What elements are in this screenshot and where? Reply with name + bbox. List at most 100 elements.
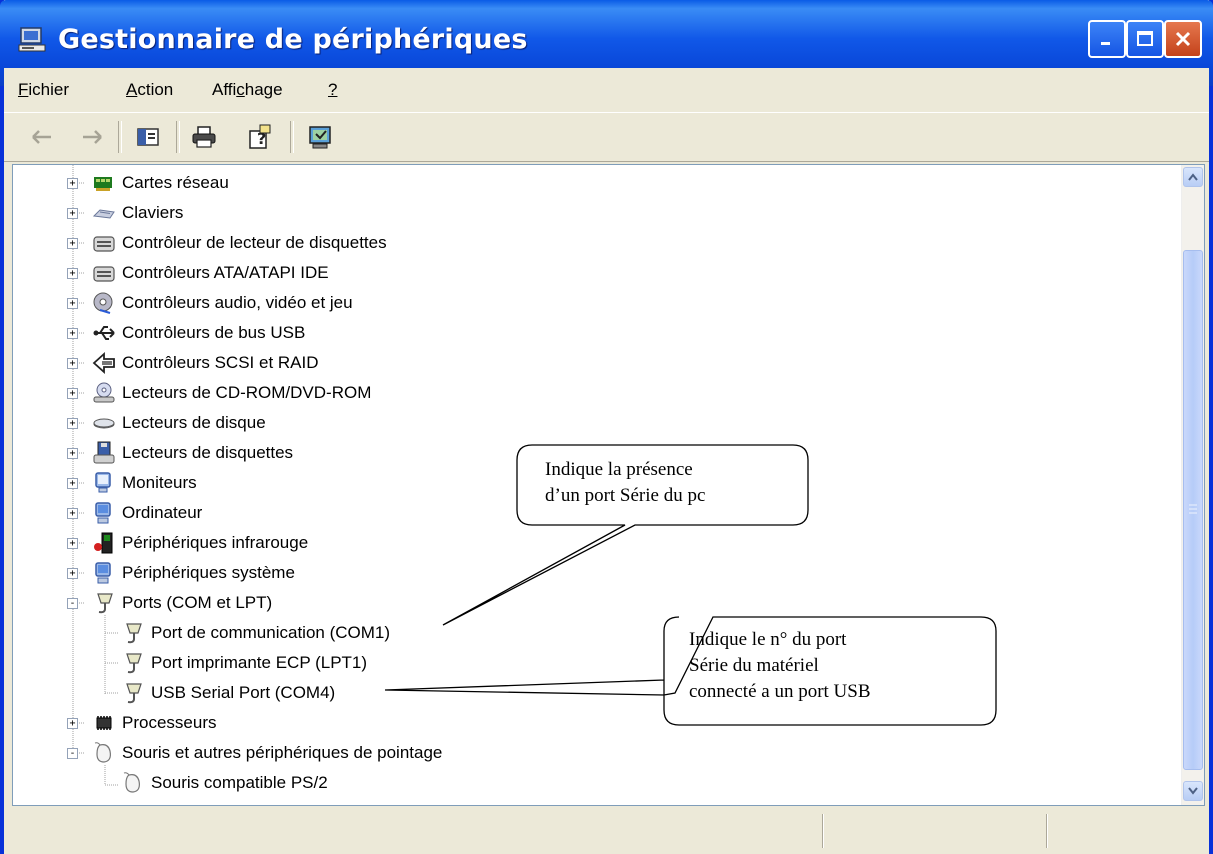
tree-item-label: Port imprimante ECP (LPT1) xyxy=(151,653,368,672)
menu-action-accel: A xyxy=(126,80,138,99)
tree-item[interactable]: - Ports (COM et LPT) xyxy=(67,588,272,618)
expand-toggle[interactable]: + xyxy=(67,447,78,459)
close-button[interactable] xyxy=(1164,20,1202,58)
menu-affichage[interactable]: Affichage xyxy=(212,80,283,100)
tree-item[interactable]: + Ordinateur xyxy=(67,498,202,528)
callout-serial-port: Indique la présence d’un port Série du p… xyxy=(545,457,705,509)
menu-fichier-label: ichier xyxy=(28,80,70,99)
tree-item-label: Lecteurs de CD-ROM/DVD-ROM xyxy=(122,383,372,402)
expand-toggle[interactable]: + xyxy=(67,237,78,249)
port-icon xyxy=(126,623,142,644)
expand-toggle[interactable]: + xyxy=(67,177,78,189)
scroll-down-button[interactable] xyxy=(1183,781,1203,801)
tree-item[interactable]: + Lecteurs de disque xyxy=(67,408,266,438)
tree-item[interactable]: Port de communication (COM1) xyxy=(121,618,390,648)
scroll-thumb[interactable] xyxy=(1183,250,1203,770)
scan-hardware-icon xyxy=(309,126,331,149)
expand-toggle[interactable]: + xyxy=(67,357,78,369)
port-icon xyxy=(126,683,142,704)
menu-fichier[interactable]: Fichier xyxy=(18,80,69,100)
scan-hardware-button[interactable] xyxy=(304,121,336,153)
tree-item[interactable]: + Lecteurs de CD-ROM/DVD-ROM xyxy=(67,378,371,408)
chevron-down-icon xyxy=(1188,787,1198,795)
tree-item[interactable]: + Contrôleur de lecteur de disquettes xyxy=(67,228,387,258)
tree-item[interactable]: - Souris et autres périphériques de poin… xyxy=(67,738,442,768)
tree-item[interactable]: + Cartes réseau xyxy=(67,168,229,198)
callout-line: Indique la présence xyxy=(545,459,693,480)
expand-toggle[interactable]: + xyxy=(67,717,78,729)
expand-toggle[interactable]: + xyxy=(67,417,78,429)
expand-toggle[interactable]: + xyxy=(67,537,78,549)
infrared-icon xyxy=(94,532,113,554)
menu-affichage-accel: c xyxy=(236,80,245,99)
properties-button[interactable]: ? xyxy=(244,121,276,153)
tree-item-label: Ordinateur xyxy=(122,503,203,522)
tree-item-label: Souris et autres périphériques de pointa… xyxy=(122,743,443,762)
menu-bar: Fichier Action Affichage ? xyxy=(4,68,1209,113)
grip-icon xyxy=(1189,504,1197,514)
expand-toggle[interactable]: + xyxy=(67,477,78,489)
menu-help-label: ? xyxy=(328,80,338,99)
status-bar xyxy=(4,808,1209,854)
tree-item[interactable]: + Périphériques infrarouge xyxy=(67,528,308,558)
show-hide-tree-button[interactable] xyxy=(132,121,164,153)
show-hide-console-tree-icon xyxy=(137,128,159,146)
callout-line: d’un port Série du pc xyxy=(545,485,706,506)
system-icon xyxy=(95,562,111,584)
forward-button[interactable] xyxy=(76,121,108,153)
print-button[interactable] xyxy=(188,121,220,153)
tree-item[interactable]: + Contrôleurs de bus USB xyxy=(67,318,305,348)
computer-icon xyxy=(95,502,111,524)
expand-toggle[interactable]: + xyxy=(67,507,78,519)
callout-line: connecté a un port USB xyxy=(689,681,871,702)
callout-line: Indique le n° du port xyxy=(689,629,847,650)
toolbar-separator xyxy=(176,121,180,153)
audio-icon xyxy=(93,292,113,314)
port-icon xyxy=(126,653,142,674)
menu-affichage-label: hage xyxy=(244,80,283,99)
collapse-toggle[interactable]: - xyxy=(67,597,78,609)
toolbar: ? xyxy=(4,112,1209,162)
menu-help[interactable]: ? xyxy=(328,80,337,100)
close-icon xyxy=(1175,31,1191,47)
tree-item[interactable]: Souris compatible PS/2 xyxy=(121,768,328,798)
tree-item[interactable]: + Contrôleurs SCSI et RAID xyxy=(67,348,319,378)
scroll-up-button[interactable] xyxy=(1183,167,1203,187)
maximize-button[interactable] xyxy=(1126,20,1164,58)
vertical-scrollbar[interactable] xyxy=(1181,165,1204,805)
tree-item[interactable]: + Moniteurs xyxy=(67,468,197,498)
expand-toggle[interactable]: + xyxy=(67,387,78,399)
port-icon xyxy=(97,593,113,614)
ide-controller-icon xyxy=(93,266,115,282)
tree-item-label: Périphériques système xyxy=(122,563,295,582)
expand-toggle[interactable]: + xyxy=(67,567,78,579)
collapse-toggle[interactable]: - xyxy=(67,747,78,759)
tree-item[interactable]: + Processeurs xyxy=(67,708,216,738)
expand-toggle[interactable]: + xyxy=(67,327,78,339)
processor-icon xyxy=(96,716,112,730)
expand-toggle[interactable]: + xyxy=(67,267,78,279)
status-pane-divider xyxy=(1046,814,1048,848)
tree-item[interactable]: + Claviers xyxy=(67,198,183,228)
tree-item[interactable]: + Contrôleurs ATA/ATAPI IDE xyxy=(67,258,329,288)
network-card-icon xyxy=(94,177,112,191)
expand-toggle[interactable]: + xyxy=(67,297,78,309)
back-button[interactable] xyxy=(26,121,58,153)
menu-affichage-pre: Affi xyxy=(212,80,237,99)
properties-help-icon: ? xyxy=(249,124,271,149)
tree-item-label: Ports (COM et LPT) xyxy=(122,593,273,612)
device-manager-window: Gestionnaire de périphériques Fichier Ac… xyxy=(0,0,1213,854)
tree-item[interactable]: + Lecteurs de disquettes xyxy=(67,438,293,468)
tree-item[interactable]: + Contrôleurs audio, vidéo et jeu xyxy=(67,288,353,318)
menu-action-label: ction xyxy=(137,80,174,99)
minimize-button[interactable] xyxy=(1088,20,1126,58)
tree-item-label: Contrôleurs audio, vidéo et jeu xyxy=(122,293,353,312)
expand-toggle[interactable]: + xyxy=(67,207,78,219)
tree-item[interactable]: Port imprimante ECP (LPT1) xyxy=(121,648,367,678)
floppy-controller-icon xyxy=(93,236,115,252)
tree-item-label: Souris compatible PS/2 xyxy=(151,773,328,792)
tree-item[interactable]: + Périphériques système xyxy=(67,558,295,588)
menu-action[interactable]: Action xyxy=(126,80,173,100)
device-tree-panel: + Cartes réseau + Claviers + Contrôleur … xyxy=(12,164,1205,806)
tree-item[interactable]: USB Serial Port (COM4) xyxy=(121,678,335,708)
